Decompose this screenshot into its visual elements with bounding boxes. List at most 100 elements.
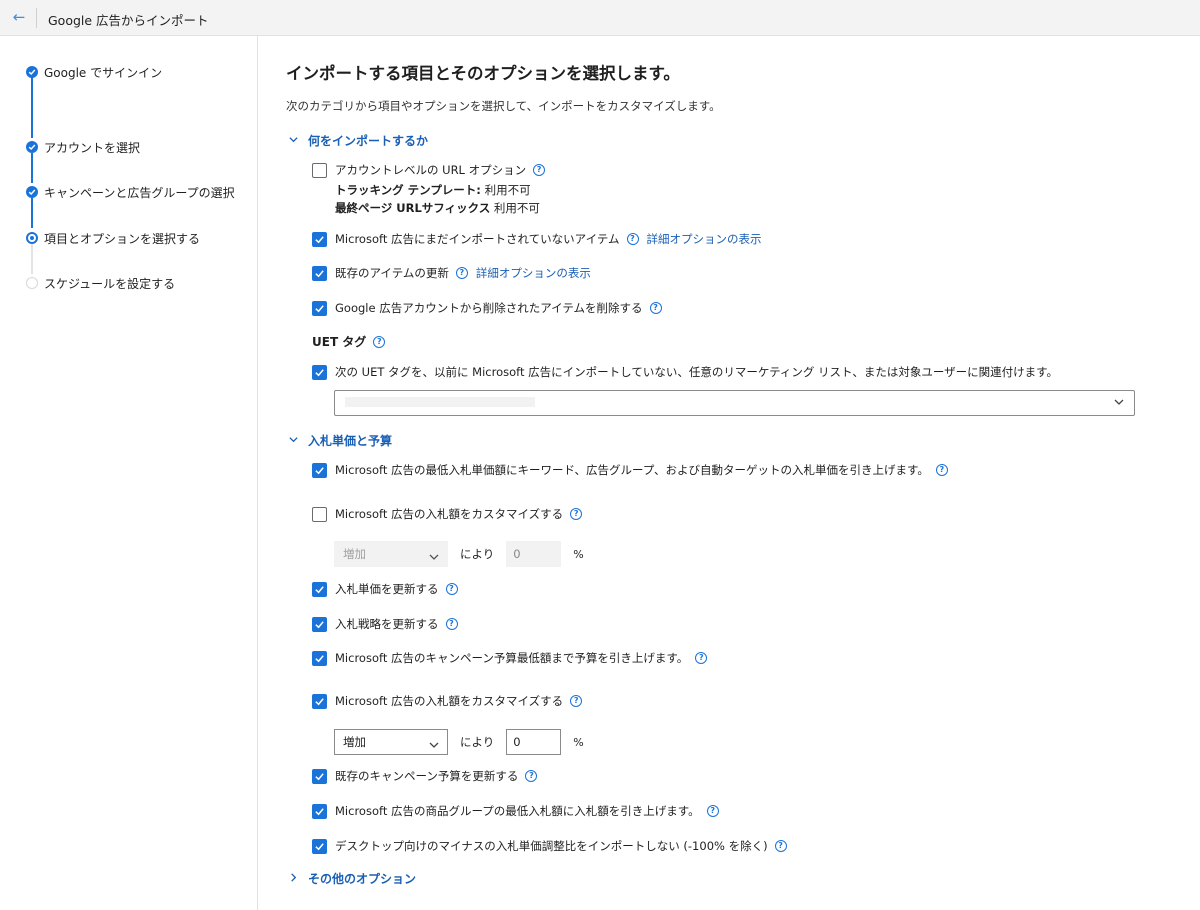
raise-min-bids-option: Microsoft 広告の最低入札単価額にキーワード、広告グループ、および自動タ… [312, 462, 948, 478]
checkbox-label: 既存のアイテムの更新 [335, 266, 449, 280]
update-strategy-checkbox[interactable] [312, 616, 327, 632]
help-icon[interactable]: ? [570, 695, 583, 707]
update-bids-option: 入札単価を更新する ? [312, 581, 458, 597]
sidebar-stepper: Google でサインイン アカウントを選択 キャンペーンと広告グループの選択 … [0, 36, 258, 910]
header-divider [36, 8, 37, 28]
uet-tag-title: UET タグ [312, 335, 367, 349]
update-items-checkbox[interactable] [312, 265, 327, 281]
step-select-options[interactable]: 項目とオプションを選択する [26, 230, 200, 246]
by-label: により [460, 547, 495, 561]
help-icon[interactable]: ? [706, 805, 719, 817]
by-label: により [460, 735, 495, 749]
update-budget-checkbox[interactable] [312, 768, 327, 784]
section-what-to-import[interactable]: 何をインポートするか [288, 132, 428, 149]
uet-tag-heading: UET タグ ? [312, 333, 386, 350]
help-icon[interactable]: ? [455, 267, 468, 279]
customize-bids-checkbox-2[interactable] [312, 693, 327, 709]
section-title: その他のオプション [308, 872, 417, 886]
checkbox-label: Microsoft 広告にまだインポートされていないアイテム [335, 232, 620, 246]
new-items-option: Microsoft 広告にまだインポートされていないアイテム ? 詳細オプション… [312, 231, 762, 247]
checkbox-label: Microsoft 広告の最低入札単価額にキーワード、広告グループ、および自動タ… [335, 463, 929, 477]
page-title: インポートする項目とそのオプションを選択します。 [286, 64, 680, 83]
dropdown-placeholder [345, 397, 535, 407]
help-icon[interactable]: ? [570, 508, 583, 520]
raise-product-bids-checkbox[interactable] [312, 803, 327, 819]
checkbox-label: Microsoft 広告の入札額をカスタマイズする [335, 694, 564, 708]
customize-bids-controls-2: 増加 により 0 % [334, 729, 584, 755]
checkbox-label: 入札戦略を更新する [335, 617, 439, 631]
chevron-down-icon [288, 434, 302, 448]
help-icon[interactable]: ? [445, 583, 458, 595]
bid-adjust-direction-select[interactable]: 増加 [334, 729, 448, 755]
current-step-icon [26, 232, 38, 244]
step-connector [31, 76, 33, 138]
final-url-suffix-label: 最終ページ URLサフィックス [335, 201, 491, 215]
checkbox-label: 既存のキャンペーン予算を更新する [335, 769, 519, 783]
advanced-options-link[interactable]: 詳細オプションの表示 [476, 265, 591, 281]
checkbox-label: 入札単価を更新する [335, 582, 439, 596]
checkbox-label: Microsoft 広告の商品グループの最低入札額に入札額を引き上げます。 [335, 804, 700, 818]
check-icon [26, 186, 38, 198]
raise-min-bids-checkbox[interactable] [312, 462, 327, 478]
help-icon[interactable]: ? [445, 618, 458, 630]
customize-bids-option-1: Microsoft 広告の入札額をカスタマイズする ? [312, 506, 583, 522]
back-arrow-icon[interactable]: ← [8, 6, 30, 28]
help-icon[interactable]: ? [626, 233, 639, 245]
chevron-down-icon [288, 134, 302, 148]
update-budget-option: 既存のキャンペーン予算を更新する ? [312, 768, 538, 784]
desktop-adjust-checkbox[interactable] [312, 838, 327, 854]
tracking-template-label: トラッキング テンプレート: [335, 183, 481, 197]
step-select-campaigns[interactable]: キャンペーンと広告グループの選択 [26, 184, 235, 200]
final-url-suffix-value: 利用不可 [493, 201, 540, 215]
step-label: 項目とオプションを選択する [44, 231, 201, 246]
step-select-account[interactable]: アカウントを選択 [26, 139, 140, 155]
help-icon[interactable]: ? [695, 652, 708, 664]
help-icon[interactable]: ? [935, 464, 948, 476]
uet-associate-checkbox[interactable] [312, 364, 327, 380]
advanced-options-link[interactable]: 詳細オプションの表示 [647, 231, 762, 247]
customize-bids-option-2: Microsoft 広告の入札額をカスタマイズする ? [312, 693, 583, 709]
help-icon[interactable]: ? [533, 164, 546, 176]
raise-budget-checkbox[interactable] [312, 650, 327, 666]
percent-unit: % [573, 735, 584, 749]
raise-product-bids-option: Microsoft 広告の商品グループの最低入札額に入札額を引き上げます。 ? [312, 803, 719, 819]
select-value: 増加 [343, 735, 366, 749]
checkbox-label: 次の UET タグを、以前に Microsoft 広告にインポートしていない、任… [335, 365, 1058, 379]
step-sign-in[interactable]: Google でサインイン [26, 64, 162, 80]
help-icon[interactable]: ? [774, 840, 787, 852]
delete-items-checkbox[interactable] [312, 300, 327, 316]
chevron-down-icon [1112, 395, 1126, 409]
step-label: スケジュールを設定する [44, 276, 176, 291]
checkbox-label: デスクトップ向けのマイナスの入札単価調整比をインポートしない (-100% を除… [335, 839, 768, 853]
chevron-right-icon [288, 872, 302, 886]
new-items-checkbox[interactable] [312, 231, 327, 247]
help-icon[interactable]: ? [525, 770, 538, 782]
customize-bids-checkbox-1[interactable] [312, 506, 327, 522]
step-connector [31, 198, 33, 228]
step-label: アカウントを選択 [44, 140, 141, 155]
help-icon[interactable]: ? [373, 335, 386, 348]
bid-adjust-percent-input[interactable]: 0 [506, 729, 562, 755]
tracking-template-value: 利用不可 [484, 183, 531, 197]
bid-adjust-direction-select[interactable]: 増加 [334, 541, 448, 567]
help-icon[interactable]: ? [649, 302, 662, 314]
uet-tag-dropdown[interactable] [334, 390, 1135, 416]
uet-associate-option: 次の UET タグを、以前に Microsoft 広告にインポートしていない、任… [312, 364, 1058, 380]
update-bids-checkbox[interactable] [312, 581, 327, 597]
percent-unit: % [573, 547, 584, 561]
raise-budget-option: Microsoft 広告のキャンペーン予算最低額まで予算を引き上げます。 ? [312, 650, 708, 666]
select-value: 増加 [343, 547, 366, 561]
page-description: 次のカテゴリから項目やオプションを選択して、インポートをカスタマイズします。 [286, 99, 721, 113]
chevron-down-icon [427, 548, 441, 562]
step-label: Google でサインイン [44, 65, 163, 80]
update-items-option: 既存のアイテムの更新 ? 詳細オプションの表示 [312, 265, 591, 281]
bid-adjust-percent-input[interactable]: 0 [506, 541, 562, 567]
account-url-checkbox[interactable] [312, 162, 327, 178]
desktop-adjust-option: デスクトップ向けのマイナスの入札単価調整比をインポートしない (-100% を除… [312, 838, 787, 854]
section-bids-and-budget[interactable]: 入札単価と予算 [288, 432, 392, 449]
section-other-options[interactable]: その他のオプション [288, 870, 416, 887]
step-set-schedule[interactable]: スケジュールを設定する [26, 275, 175, 291]
pending-step-icon [26, 277, 38, 289]
step-label: キャンペーンと広告グループの選択 [44, 185, 235, 200]
final-url-suffix-line: 最終ページ URLサフィックス 利用不可 [335, 200, 540, 216]
